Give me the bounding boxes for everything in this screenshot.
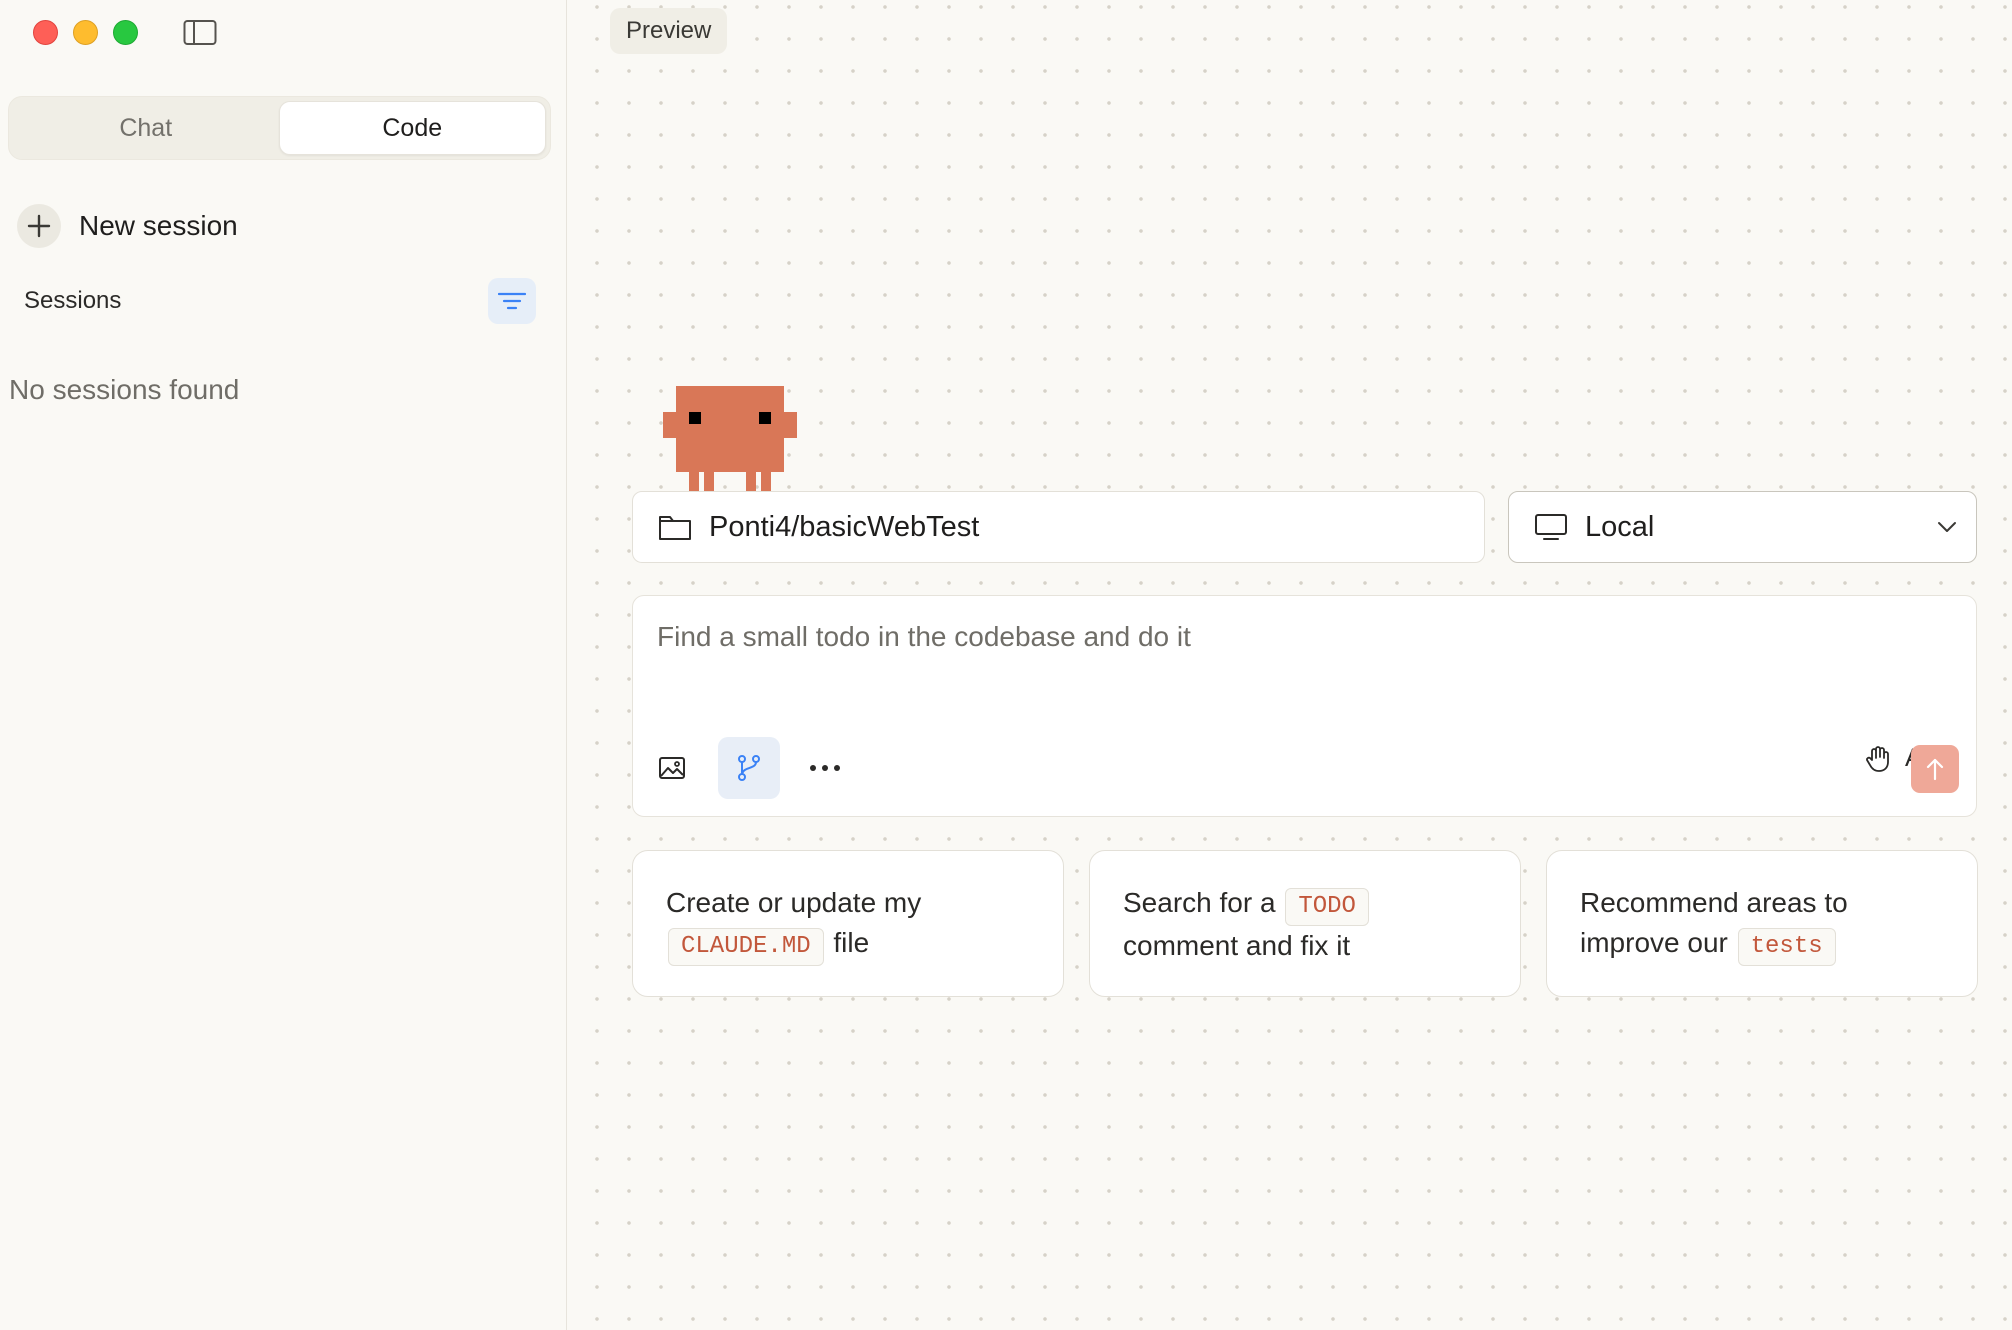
folder-icon (659, 516, 691, 540)
filter-icon (498, 292, 526, 310)
suggestion-text: Search for a (1123, 887, 1276, 918)
suggestion-cards: Create or update my CLAUDE.MD file Searc… (632, 850, 1978, 997)
preview-button[interactable]: Preview (610, 8, 728, 54)
send-button[interactable] (1911, 745, 1959, 793)
repository-selector[interactable]: Ponti4/basicWebTest (632, 491, 1485, 563)
suggestion-card-claude-md[interactable]: Create or update my CLAUDE.MD file (632, 850, 1064, 997)
tab-chat[interactable]: Chat (13, 101, 279, 155)
close-window-button[interactable] (33, 20, 58, 45)
repository-label: Ponti4/basicWebTest (709, 510, 980, 543)
empty-sessions-text: No sessions found (9, 374, 240, 405)
hand-icon (1866, 745, 1889, 772)
zoom-window-button[interactable] (113, 20, 138, 45)
main-panel: Preview Ponti4/basicWebTest Local Find a… (568, 0, 2012, 1330)
suggestion-text: file (833, 927, 870, 958)
sidebar: Chat Code New session Sessions No sessio… (0, 0, 567, 1330)
suggestion-card-todo[interactable]: Search for a TODO comment and fix it (1089, 850, 1521, 997)
image-icon (659, 757, 685, 779)
environment-label: Local (1585, 510, 1655, 543)
suggestion-text: comment and fix it (1123, 930, 1351, 961)
pixel-mascot-icon (663, 386, 797, 492)
mode-switch: Chat Code (8, 96, 551, 160)
attach-image-button[interactable] (641, 737, 703, 799)
arrow-up-icon (1926, 758, 1944, 781)
chevron-down-icon (1938, 522, 1956, 532)
plus-icon (17, 204, 61, 248)
minimize-window-button[interactable] (73, 20, 98, 45)
prompt-composer: Ask (632, 595, 1977, 817)
suggestion-code: CLAUDE.MD (668, 928, 824, 966)
branch-button[interactable] (718, 737, 780, 799)
suggestion-code: TODO (1285, 888, 1369, 926)
suggestion-card-tests[interactable]: Recommend areas to improve our tests (1546, 850, 1978, 997)
suggestion-text: Create or update my (666, 887, 922, 918)
monitor-icon (1535, 514, 1567, 540)
tab-code[interactable]: Code (278, 101, 546, 155)
window-controls (33, 20, 138, 45)
sessions-header: Sessions (24, 278, 536, 324)
new-session-label: New session (79, 210, 238, 241)
app-window: Chat Code New session Sessions No sessio… (0, 0, 2012, 1330)
prompt-input[interactable] (657, 612, 1947, 662)
ellipsis-icon (810, 765, 840, 771)
sidebar-toggle-icon[interactable] (183, 19, 217, 46)
suggestion-code: tests (1737, 928, 1836, 966)
environment-selector[interactable]: Local (1508, 491, 1977, 563)
sessions-title: Sessions (24, 287, 122, 314)
more-options-button[interactable] (794, 737, 856, 799)
new-session-button[interactable]: New session (17, 204, 238, 248)
git-branch-icon (738, 755, 760, 781)
filter-button[interactable] (488, 278, 536, 324)
